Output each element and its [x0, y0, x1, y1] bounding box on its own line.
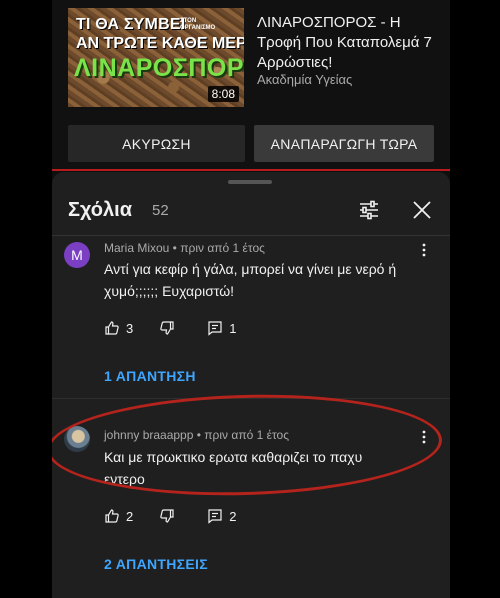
thumbnail-text-small: ΣΤΟΝ ΟΡΓΑΝΙΣΜΟ — [180, 18, 216, 31]
comment-meta: johnny braaappp • πριν από 1 έτος — [104, 428, 289, 442]
reply-count: 1 — [229, 320, 237, 336]
view-replies-link[interactable]: 1 ΑΠΑΝΤΗΣΗ — [104, 368, 196, 384]
like-button[interactable]: 3 — [104, 320, 133, 336]
drag-handle[interactable] — [228, 180, 272, 184]
thumb-down-icon — [160, 509, 174, 523]
view-replies-link[interactable]: 2 ΑΠΑΝΤΗΣΕΙΣ — [104, 556, 208, 572]
filter-icon[interactable] — [357, 198, 381, 222]
comment-actions: 2 2 — [104, 506, 262, 526]
reply-comment-icon — [208, 321, 222, 336]
comment-text: Και με πρωκτικο ερωτα καθαριζει το παχυ … — [104, 449, 363, 487]
avatar[interactable]: M — [64, 242, 90, 268]
comment-actions: 3 1 — [104, 318, 262, 338]
like-button[interactable]: 2 — [104, 508, 133, 524]
reply-comment-icon — [208, 509, 222, 524]
like-count: 2 — [126, 508, 134, 524]
thumb-up-icon — [105, 509, 119, 523]
close-icon[interactable] — [410, 198, 434, 222]
avatar[interactable] — [64, 426, 90, 452]
reply-button[interactable]: 2 — [207, 508, 236, 524]
thumbnail-text-line1: ΤΙ ΘΑ ΣΥΜΒΕΙ — [76, 16, 186, 33]
play-now-button[interactable]: ΑΝΑΠΑΡΑΓΩΓΗ ΤΩΡΑ — [254, 125, 434, 162]
video-title[interactable]: ΛΙΝΑΡΟΣΠΟΡΟΣ - Η Τροφή Που Καταπολεμά 7 … — [257, 13, 442, 73]
phone-screen: ΤΙ ΘΑ ΣΥΜΒΕΙ ΣΤΟΝ ΟΡΓΑΝΙΣΜΟ ΑΝ ΤΡΩΤΕ ΚΑΘ… — [52, 0, 450, 598]
thumbnail-text-line3: ΛΙΝΑΡΟΣΠΟΡΟ; — [74, 54, 244, 82]
thumb-up-icon — [105, 321, 119, 335]
thumbnail-text-line2: ΑΝ ΤΡΩΤΕ ΚΑΘΕ ΜΕΡΑ — [76, 35, 244, 52]
video-duration: 8:08 — [207, 86, 239, 102]
reply-count: 2 — [229, 508, 237, 524]
thumb-down-icon — [160, 321, 174, 335]
up-next-panel: ΤΙ ΘΑ ΣΥΜΒΕΙ ΣΤΟΝ ΟΡΓΑΝΙΣΜΟ ΑΝ ΤΡΩΤΕ ΚΑΘ… — [52, 0, 450, 171]
comments-title: Σχόλια — [68, 199, 132, 221]
header-divider — [52, 235, 450, 236]
more-vert-icon[interactable] — [416, 242, 432, 258]
channel-name[interactable]: Ακαδημία Υγείας — [257, 72, 352, 87]
dislike-button[interactable] — [159, 320, 181, 336]
reply-button[interactable]: 1 — [207, 320, 236, 336]
dislike-button[interactable] — [159, 508, 181, 524]
comment-meta: Maria Mixou • πριν από 1 έτος — [104, 241, 265, 255]
comment-text: Αντί για κεφίρ ή γάλα, μπορεί να γίνει μ… — [104, 261, 397, 299]
cancel-button[interactable]: ΑΚΥΡΩΣΗ — [68, 125, 245, 162]
comments-panel: Σχόλια 52 M Maria Mixou • πριν από 1 έτο… — [52, 172, 450, 598]
video-thumbnail[interactable]: ΤΙ ΘΑ ΣΥΜΒΕΙ ΣΤΟΝ ΟΡΓΑΝΙΣΜΟ ΑΝ ΤΡΩΤΕ ΚΑΘ… — [68, 8, 244, 107]
progress-bar — [52, 169, 450, 171]
more-vert-icon[interactable] — [416, 429, 432, 445]
comments-count: 52 — [152, 202, 169, 219]
comment-separator — [52, 398, 450, 399]
like-count: 3 — [126, 320, 134, 336]
